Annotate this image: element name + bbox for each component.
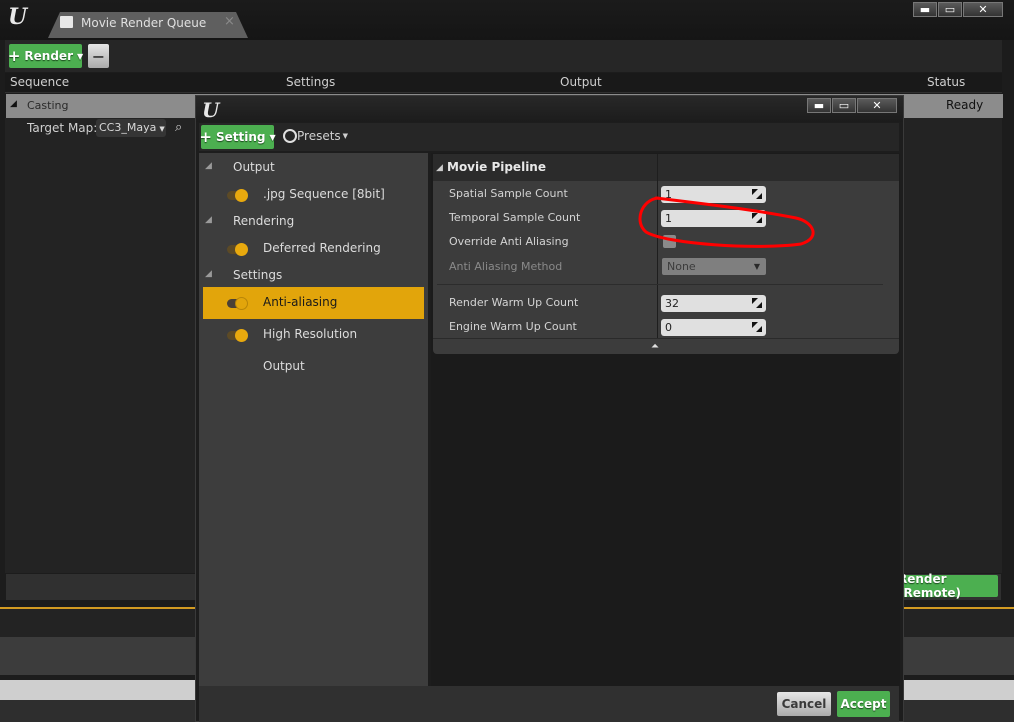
label-anti-aliasing-method: Anti Aliasing Method [449, 260, 563, 273]
accept-button[interactable]: Accept [837, 691, 890, 717]
engine-warm-up-count-value: 0 [665, 321, 672, 334]
tab-close-icon[interactable]: × [224, 14, 235, 29]
queue-toolbar [5, 40, 1002, 72]
label-override-anti-aliasing: Override Anti Aliasing [449, 235, 569, 248]
target-map-dropdown[interactable]: CC3_Maya ▼ [96, 119, 166, 137]
close-button[interactable]: ✕ [963, 2, 1003, 17]
collapse-arrow-icon[interactable]: ◢ [10, 99, 17, 109]
toggle-high-resolution[interactable] [227, 329, 249, 342]
toggle-deferred-rendering[interactable] [227, 243, 249, 256]
chevron-down-icon: ▼ [77, 51, 84, 61]
label-render-warm-up-count: Render Warm Up Count [449, 296, 579, 309]
target-map-value: CC3_Maya [99, 121, 157, 134]
chevron-down-icon: ▼ [342, 132, 349, 140]
tree-category-rendering[interactable]: Rendering [233, 214, 294, 228]
dialog-maximize-button[interactable]: ▭ [832, 98, 856, 113]
tree-item-output[interactable]: Output [263, 359, 305, 373]
label-spatial-sample-count: Spatial Sample Count [449, 187, 568, 200]
collapse-arrow-icon[interactable]: ◢ [205, 269, 212, 279]
label-engine-warm-up-count: Engine Warm Up Count [449, 320, 577, 333]
anti-aliasing-method-dropdown[interactable]: None ▼ [662, 258, 766, 275]
column-output[interactable]: Output [560, 75, 602, 89]
render-warm-up-count-input[interactable]: 32 [661, 295, 766, 312]
chevron-down-icon: ▼ [753, 262, 760, 271]
clapperboard-icon [60, 16, 73, 28]
render-button-label: Render [24, 49, 73, 63]
plus-icon: + [7, 47, 21, 65]
dialog-close-button[interactable]: ✕ [857, 98, 897, 113]
minimize-button[interactable]: ▬ [913, 2, 937, 17]
presets-label: Presets [297, 129, 341, 143]
plus-icon: + [199, 128, 212, 146]
dialog-window-controls: ▬ ▭ ✕ [807, 98, 897, 113]
section-title-movie-pipeline: Movie Pipeline [447, 160, 546, 174]
collapse-arrow-icon[interactable]: ◢ [205, 161, 212, 171]
engine-warm-up-count-input[interactable]: 0 [661, 319, 766, 336]
toggle-anti-aliasing[interactable] [227, 297, 249, 310]
unreal-editor: U Movie Render Queue × ▬ ▭ ✕ + Render ▼ … [0, 0, 1014, 722]
anti-aliasing-method-value: None [667, 260, 696, 273]
collapse-arrow-icon[interactable]: ◢ [436, 163, 443, 173]
unreal-logo-icon: U [202, 98, 220, 122]
tree-category-output[interactable]: Output [233, 160, 275, 174]
tree-item-jpg-sequence[interactable]: .jpg Sequence [8bit] [263, 187, 385, 201]
chevron-down-icon: ▼ [269, 132, 276, 142]
tab-label: Movie Render Queue [81, 16, 207, 30]
red-annotation-circle [638, 196, 815, 248]
add-setting-button[interactable]: + Setting ▼ [199, 125, 276, 149]
render-warm-up-count-value: 32 [665, 297, 679, 310]
tree-item-high-resolution[interactable]: High Resolution [263, 327, 357, 341]
label-temporal-sample-count: Temporal Sample Count [449, 211, 581, 224]
unreal-logo-icon: U [8, 4, 28, 30]
drag-handle-icon[interactable] [752, 322, 762, 332]
maximize-button[interactable]: ▭ [938, 2, 962, 17]
details-separator [437, 284, 883, 285]
column-sequence[interactable]: Sequence [10, 75, 69, 89]
chevron-down-icon: ▼ [159, 125, 165, 133]
drag-handle-icon[interactable] [752, 298, 762, 308]
window-controls: ▬ ▭ ✕ [913, 2, 1003, 17]
remove-job-button[interactable]: − [88, 44, 109, 68]
queue-column-header: Sequence Settings Output Status [5, 73, 1002, 93]
collapse-arrow-icon[interactable]: ◢ [205, 215, 212, 225]
setting-button-label: Setting [215, 130, 266, 144]
dialog-title-bar[interactable] [196, 96, 903, 122]
toggle-jpg-sequence[interactable] [227, 189, 249, 202]
render-remote-button[interactable]: Render (Remote) [898, 572, 998, 600]
settings-tree [199, 153, 428, 686]
browse-magnifier-icon[interactable]: ⌕ [175, 120, 182, 135]
target-map-label: Target Map: [27, 121, 98, 135]
column-settings[interactable]: Settings [286, 75, 335, 89]
column-status[interactable]: Status [927, 75, 965, 89]
cancel-button[interactable]: Cancel [777, 692, 831, 716]
tree-item-deferred-rendering[interactable]: Deferred Rendering [263, 241, 381, 255]
presets-button[interactable]: Presets ▼ [283, 129, 348, 143]
render-button[interactable]: + Render ▼ [7, 44, 84, 68]
tree-category-settings[interactable]: Settings [233, 268, 282, 282]
job-name: Casting [27, 99, 69, 112]
job-status: Ready [946, 98, 984, 112]
dialog-minimize-button[interactable]: ▬ [807, 98, 831, 113]
tree-item-anti-aliasing[interactable]: Anti-aliasing [263, 295, 337, 309]
presets-circle-icon [283, 129, 297, 143]
collapse-advanced-icon[interactable]: ⏶ [651, 341, 659, 352]
